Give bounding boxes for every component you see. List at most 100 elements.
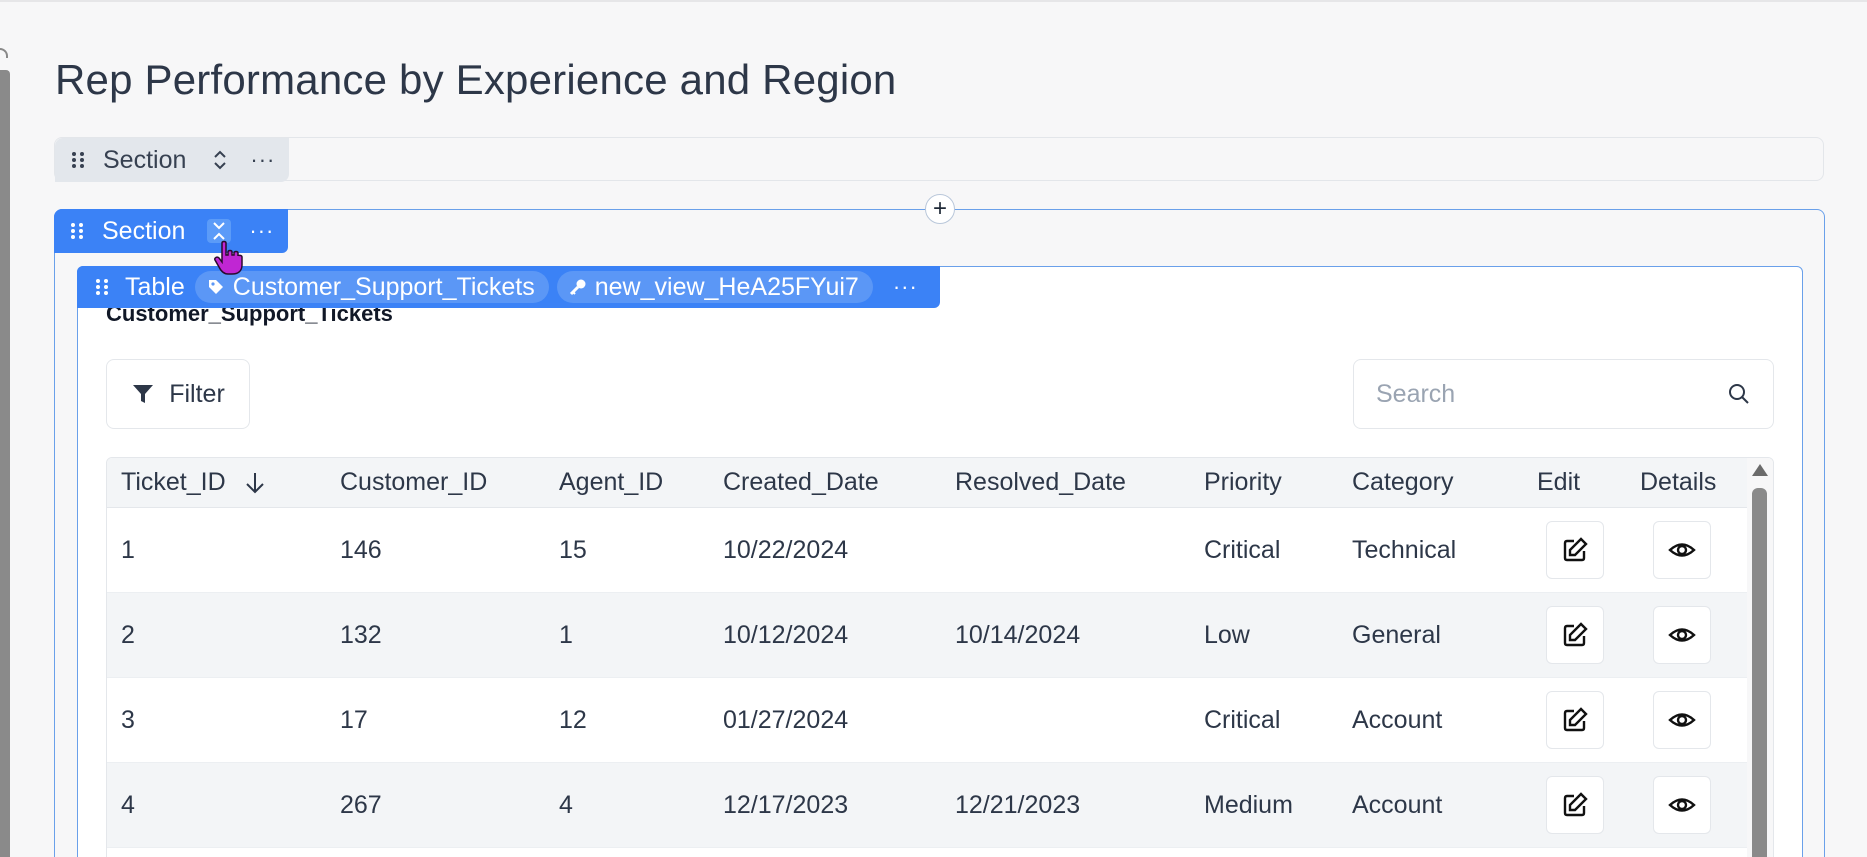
- left-scrollbar[interactable]: [0, 70, 10, 857]
- drag-grip-icon[interactable]: [69, 151, 87, 169]
- edit-button[interactable]: [1545, 521, 1604, 579]
- cell-customer-id: 146: [340, 535, 382, 564]
- cell-edit: [1523, 776, 1626, 834]
- column-header-edit: Edit: [1537, 468, 1581, 496]
- eye-icon: [1667, 798, 1696, 812]
- widget-type-label: Table: [125, 272, 185, 301]
- cell-edit: [1523, 691, 1626, 749]
- filter-label: Filter: [169, 379, 225, 408]
- eye-icon: [1667, 713, 1696, 727]
- cell-agent-id: 1: [559, 620, 573, 649]
- table-row[interactable]: 2 132 1 10/12/2024 10/14/2024 Low Genera…: [107, 593, 1773, 678]
- section-collapsed: Section ···: [54, 137, 1824, 182]
- cell-edit: [1523, 521, 1626, 579]
- edit-pencil-icon: [1563, 707, 1588, 732]
- edit-pencil-icon: [1563, 622, 1588, 647]
- cell-details: [1626, 776, 1737, 834]
- funnel-icon: [133, 385, 154, 403]
- chevron-up-down-icon[interactable]: [208, 148, 232, 172]
- drag-grip-icon[interactable]: [68, 222, 86, 240]
- cell-created-date: 10/12/2024: [723, 620, 849, 649]
- cell-details: [1626, 606, 1737, 664]
- filter-button[interactable]: Filter: [106, 359, 250, 429]
- key-icon: [569, 279, 586, 296]
- cell-ticket-id: 4: [121, 790, 135, 819]
- table-row[interactable]: 3 17 12 01/27/2024 Critical Account: [107, 678, 1773, 763]
- section-label: Section: [102, 216, 186, 245]
- table-row[interactable]: 4 267 4 12/17/2023 12/21/2023 Medium Acc…: [107, 763, 1773, 848]
- details-button[interactable]: [1652, 606, 1711, 664]
- cell-agent-id: 4: [559, 790, 573, 819]
- column-header-category[interactable]: Category: [1338, 468, 1523, 497]
- cell-ticket-id: 1: [121, 535, 135, 564]
- add-section-button[interactable]: +: [925, 194, 955, 224]
- source-tag-label: Customer_Support_Tickets: [232, 272, 535, 301]
- edit-button[interactable]: [1545, 691, 1604, 749]
- cell-created-date: 12/17/2023: [723, 790, 849, 819]
- scroll-thumb[interactable]: [1752, 488, 1767, 857]
- cell-details: [1626, 691, 1737, 749]
- cell-category: Technical: [1352, 535, 1457, 564]
- cell-resolved-date: 10/14/2024: [955, 620, 1081, 649]
- section-tab-active[interactable]: Section ···: [54, 209, 288, 253]
- cell-priority: Medium: [1204, 790, 1293, 819]
- edit-pencil-icon: [1563, 792, 1588, 817]
- more-options-icon[interactable]: ···: [250, 149, 275, 171]
- view-tag-label: new_view_HeA25FYui7: [594, 272, 859, 301]
- cell-agent-id: 12: [559, 705, 587, 734]
- cell-agent-id: 15: [559, 535, 587, 564]
- scroll-up-arrow-icon[interactable]: [1752, 464, 1768, 476]
- section-label: Section: [103, 145, 187, 174]
- column-header-label: Ticket_ID: [121, 468, 226, 496]
- table-widget: Table Customer_Support_Tickets new_view_…: [77, 266, 1803, 857]
- cell-category: General: [1352, 620, 1441, 649]
- view-tag[interactable]: new_view_HeA25FYui7: [556, 271, 873, 303]
- cell-category: Account: [1352, 790, 1443, 819]
- cell-priority: Critical: [1204, 705, 1281, 734]
- cell-customer-id: 267: [340, 790, 382, 819]
- edit-button[interactable]: [1545, 606, 1604, 664]
- edit-button[interactable]: [1545, 776, 1604, 834]
- cell-resolved-date: 12/21/2023: [955, 790, 1081, 819]
- table-scrollbar[interactable]: [1747, 458, 1773, 857]
- eye-icon: [1667, 628, 1696, 642]
- details-button[interactable]: [1652, 521, 1711, 579]
- details-button[interactable]: [1652, 776, 1711, 834]
- column-header-priority[interactable]: Priority: [1190, 468, 1338, 497]
- cell-ticket-id: 3: [121, 705, 135, 734]
- eye-icon: [1667, 543, 1696, 557]
- column-header-resolved-date[interactable]: Resolved_Date: [941, 468, 1190, 497]
- cell-details: [1626, 521, 1737, 579]
- cell-category: Account: [1352, 705, 1443, 734]
- table-toolbar: Table Customer_Support_Tickets new_view_…: [77, 266, 940, 308]
- more-options-icon[interactable]: ···: [893, 274, 918, 300]
- cell-customer-id: 132: [340, 620, 382, 649]
- left-scroll-cap: [0, 48, 8, 58]
- column-header-details: Details: [1640, 468, 1717, 496]
- cell-edit: [1523, 606, 1626, 664]
- drag-grip-icon[interactable]: [93, 278, 111, 296]
- hand-cursor-icon: [214, 240, 243, 275]
- window-top-border: [0, 0, 1867, 2]
- search-field: [1353, 359, 1774, 429]
- cell-ticket-id: 2: [121, 620, 135, 649]
- column-header-agent-id[interactable]: Agent_ID: [545, 468, 709, 497]
- details-button[interactable]: [1652, 691, 1711, 749]
- source-tag[interactable]: Customer_Support_Tickets: [194, 271, 549, 303]
- cell-created-date: 01/27/2024: [723, 705, 849, 734]
- search-input[interactable]: [1376, 379, 1727, 409]
- column-header-customer-id[interactable]: Customer_ID: [326, 468, 545, 497]
- magnifier-icon[interactable]: [1727, 382, 1751, 406]
- table-row[interactable]: 1 146 15 10/22/2024 Critical Technical: [107, 508, 1773, 593]
- column-header-created-date[interactable]: Created_Date: [709, 468, 941, 497]
- sort-descending-icon[interactable]: [244, 471, 266, 495]
- data-table: Ticket_ID Customer_ID Agent_ID Created_D…: [106, 457, 1774, 857]
- more-options-icon[interactable]: ···: [249, 220, 274, 242]
- column-header-ticket-id[interactable]: Ticket_ID: [107, 468, 326, 497]
- section-tab[interactable]: Section ···: [55, 138, 289, 182]
- edit-pencil-icon: [1563, 537, 1588, 562]
- cell-priority: Critical: [1204, 535, 1281, 564]
- page-title: Rep Performance by Experience and Region: [55, 56, 897, 103]
- table-header-row: Ticket_ID Customer_ID Agent_ID Created_D…: [107, 458, 1773, 508]
- cell-customer-id: 17: [340, 705, 368, 734]
